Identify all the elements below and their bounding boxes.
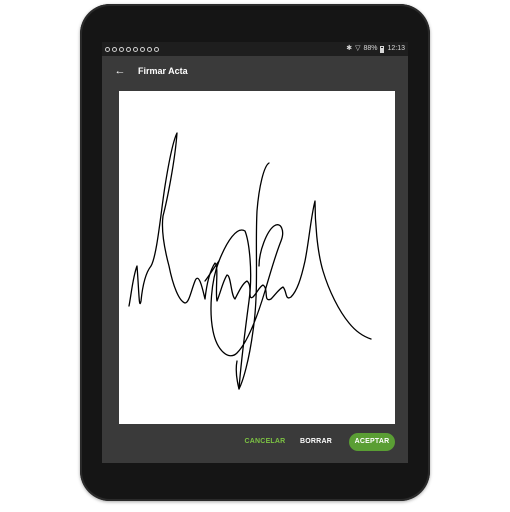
notification-icon xyxy=(119,46,124,52)
battery-icon xyxy=(380,45,385,53)
signature-stroke xyxy=(128,132,372,340)
notification-icon xyxy=(133,46,138,52)
notification-icon xyxy=(154,46,159,52)
battery-percent: 88% xyxy=(363,45,378,52)
bluetooth-icon: ✱ xyxy=(346,45,353,52)
clear-button[interactable]: BORRAR xyxy=(296,433,336,451)
cancel-button[interactable]: CANCELAR xyxy=(242,433,288,451)
device-screen: ✱ ▽ 88% 12:13 ← Firmar Acta CANCELAR BOR… xyxy=(102,42,408,463)
page-title: Firmar Acta xyxy=(138,66,188,76)
signature-pad[interactable] xyxy=(119,91,395,424)
notification-icon xyxy=(140,46,145,52)
accept-button[interactable]: ACEPTAR xyxy=(349,433,395,451)
notification-icon xyxy=(112,46,117,52)
notification-icon xyxy=(147,46,152,52)
signal-icon: ▽ xyxy=(355,45,361,52)
signature-drawing xyxy=(128,132,372,390)
signature-tail xyxy=(204,260,240,390)
signature-loop xyxy=(210,162,284,390)
notification-icon xyxy=(105,46,110,52)
notification-icons xyxy=(105,42,159,56)
action-bar: CANCELAR BORRAR ACEPTAR xyxy=(102,429,408,455)
status-right: ✱ ▽ 88% 12:13 xyxy=(346,42,405,56)
status-bar: ✱ ▽ 88% 12:13 xyxy=(102,42,408,56)
arrow-left-icon[interactable]: ← xyxy=(112,63,128,79)
clock: 12:13 xyxy=(387,45,405,52)
notification-icon xyxy=(126,46,131,52)
app-bar: ← Firmar Acta xyxy=(102,56,408,86)
tablet-frame: ✱ ▽ 88% 12:13 ← Firmar Acta CANCELAR BOR… xyxy=(80,4,430,501)
